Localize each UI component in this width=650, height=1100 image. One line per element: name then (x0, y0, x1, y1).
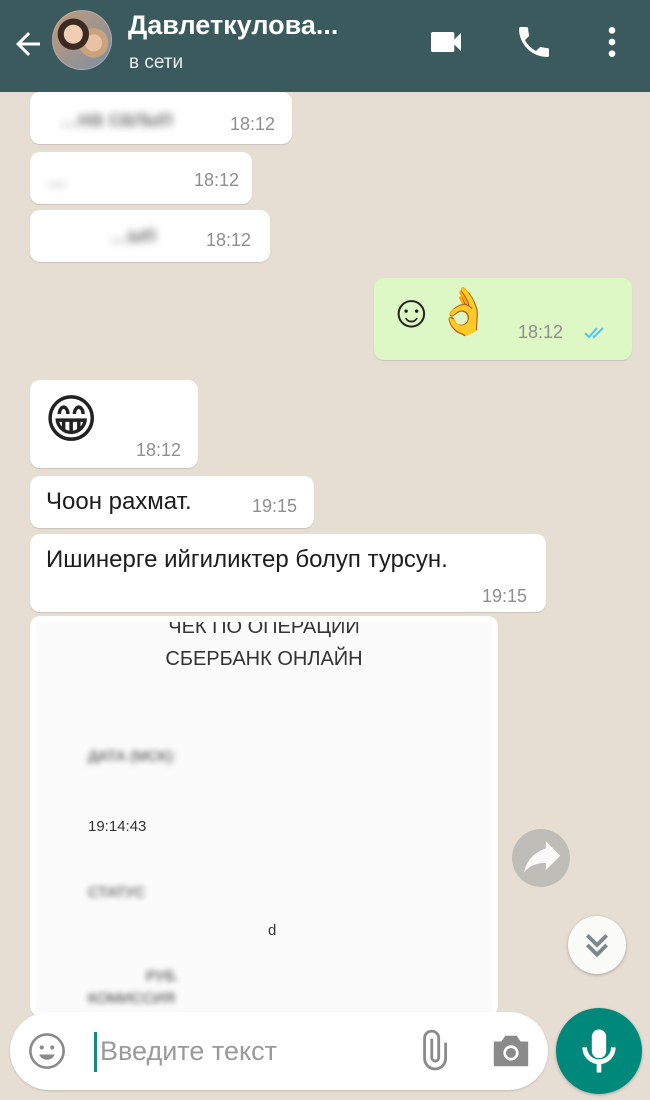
share-arrow-icon (524, 841, 561, 873)
message-text: Чоон рахмат. (46, 488, 192, 515)
voice-record-button[interactable] (556, 1008, 642, 1094)
receipt-image[interactable]: ЧЕК ПО ОПЕРАЦИИ СБЕРБАНК ОНЛАЙН ДАТА (МС… (36, 622, 492, 1016)
message-time: 18:12 (136, 440, 182, 460)
message-time: 19:15 (482, 586, 528, 606)
back-arrow-icon[interactable] (10, 26, 46, 62)
contact-status: в сети (129, 52, 184, 73)
incoming-message[interactable]: ... 18:12 (30, 152, 252, 204)
camera-icon[interactable] (488, 1030, 534, 1072)
emoji-picker-icon[interactable] (26, 1030, 68, 1072)
message-time: 18:12 (194, 170, 240, 190)
incoming-message[interactable]: Ишинерге ийгиликтер болуп турсун. 19:15 (30, 534, 546, 612)
outgoing-message[interactable]: ☺👌 18:12 (374, 278, 632, 360)
message-input[interactable] (100, 1028, 400, 1074)
incoming-message[interactable]: 😁 18:12 (30, 380, 198, 468)
receipt-line: ДАТА (МСК): (88, 748, 177, 765)
contact-name[interactable]: Давлеткулова... (128, 10, 338, 41)
contact-avatar[interactable] (52, 10, 112, 70)
chat-area: ...на салып 18:12 ... 18:12 ...ып 18:12 … (0, 92, 650, 1100)
incoming-message[interactable]: ...ып 18:12 (30, 210, 270, 262)
message-text: ... (48, 166, 67, 191)
paperclip-icon[interactable] (412, 1029, 454, 1072)
message-time: 18:12 (518, 322, 564, 342)
video-call-icon[interactable] (426, 22, 466, 62)
forward-button[interactable] (512, 829, 570, 887)
text-caret (94, 1032, 97, 1072)
incoming-message[interactable]: Чоон рахмат. 19:15 (30, 476, 314, 528)
receipt-line: 19:14:43 (88, 818, 147, 835)
scroll-down-button[interactable] (568, 916, 626, 974)
message-emoji: 😁 (44, 391, 99, 449)
receipt-subtitle: СБЕРБАНК ОНЛАЙН (165, 648, 363, 670)
message-time: 18:12 (206, 230, 252, 250)
receipt-line: d (268, 922, 277, 939)
microphone-icon (582, 1029, 616, 1073)
message-time: 19:15 (252, 496, 298, 516)
image-message[interactable]: ЧЕК ПО ОПЕРАЦИИ СБЕРБАНК ОНЛАЙН ДАТА (МС… (30, 616, 498, 1016)
chat-header: Давлеткулова... в сети (0, 0, 650, 92)
double-chevron-down-icon (585, 933, 609, 958)
message-composer (10, 1012, 548, 1090)
message-text: ...на салып (60, 106, 173, 131)
receipt-line: КОМИССИЯ (88, 990, 175, 1007)
receipt-line: СТАТУС (88, 884, 146, 901)
phone-call-icon[interactable] (514, 22, 554, 62)
message-text: Ишинерге ийгиликтер болуп турсун. (46, 546, 448, 573)
receipt-title: ЧЕК ПО ОПЕРАЦИИ (168, 622, 360, 638)
receipt-line: РУБ. (146, 968, 180, 985)
read-receipt-icon (584, 324, 608, 345)
incoming-message[interactable]: ...на салып 18:12 (30, 92, 292, 144)
more-options-icon[interactable] (592, 22, 632, 62)
message-text: ...ып (110, 222, 157, 247)
message-emoji: ☺👌 (388, 285, 493, 337)
message-time: 18:12 (230, 114, 276, 134)
